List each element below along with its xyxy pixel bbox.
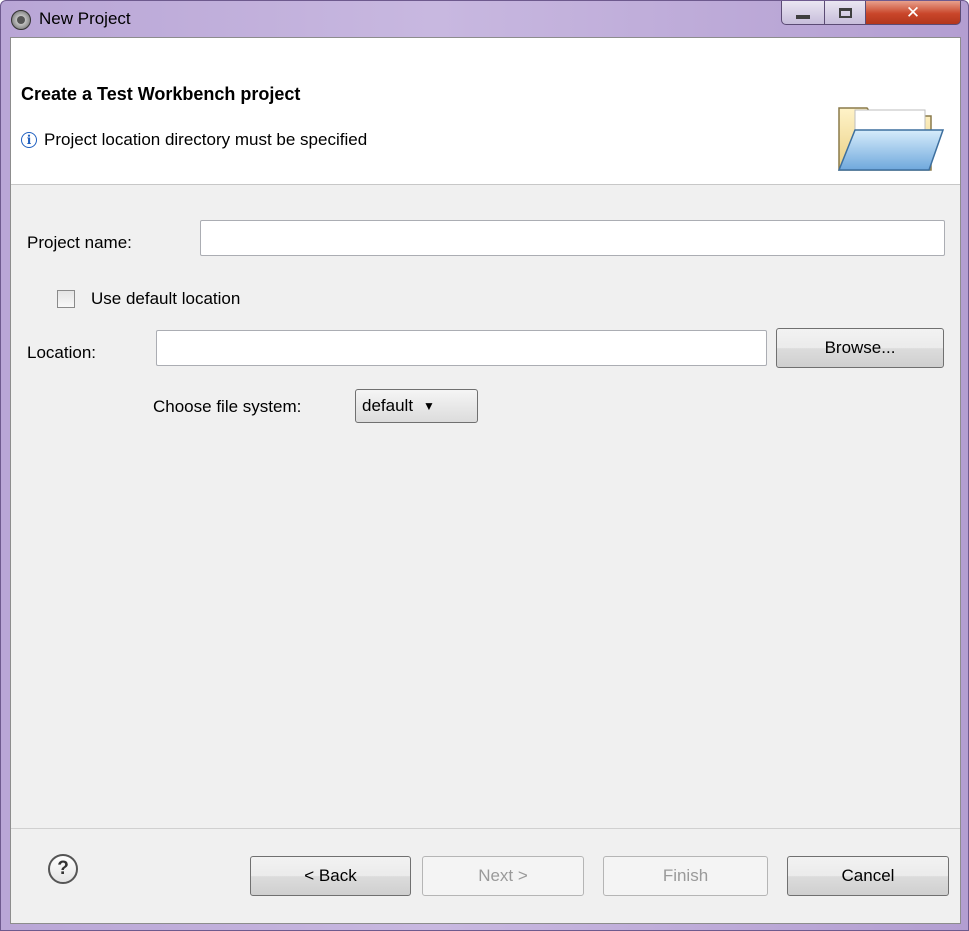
status-message-text: Project location directory must be speci…	[44, 130, 368, 149]
use-default-location-checkbox[interactable]	[57, 290, 75, 308]
chevron-down-icon: ▼	[423, 399, 435, 413]
use-default-location-label: Use default location	[91, 289, 241, 308]
close-icon: ✕	[905, 2, 921, 23]
dialog-client-area: Create a Test Workbench project i Projec…	[10, 37, 961, 924]
help-icon[interactable]: ?	[48, 854, 78, 884]
maximize-button[interactable]	[824, 1, 866, 25]
new-project-window: New Project ✕ Create a Test Workbench pr…	[0, 0, 969, 931]
footer-divider	[11, 828, 960, 829]
minimize-button[interactable]	[781, 1, 825, 25]
file-system-label: Choose file system:	[153, 397, 302, 416]
title-bar[interactable]: New Project ✕	[1, 1, 968, 37]
file-system-selected-value: default	[362, 396, 414, 415]
wizard-header: Create a Test Workbench project i Projec…	[11, 38, 960, 185]
browse-button[interactable]: Browse...	[776, 328, 944, 368]
project-name-input[interactable]	[200, 220, 945, 256]
maximize-icon	[838, 7, 852, 18]
location-label: Location:	[27, 343, 96, 362]
window-title: New Project	[39, 9, 131, 28]
next-button[interactable]: Next >	[422, 856, 584, 896]
project-name-label: Project name:	[27, 233, 132, 252]
page-title: Create a Test Workbench project	[21, 84, 301, 104]
file-system-select[interactable]: default ▼	[355, 389, 478, 423]
folder-icon	[837, 107, 945, 171]
cancel-button[interactable]: Cancel	[787, 856, 949, 896]
back-button[interactable]: < Back	[250, 856, 411, 896]
app-icon	[11, 10, 31, 30]
close-button[interactable]: ✕	[865, 1, 961, 25]
info-icon: i	[21, 132, 37, 148]
minimize-icon	[796, 14, 810, 19]
finish-button[interactable]: Finish	[603, 856, 768, 896]
location-input[interactable]	[156, 330, 767, 366]
status-message: i Project location directory must be spe…	[21, 130, 367, 150]
